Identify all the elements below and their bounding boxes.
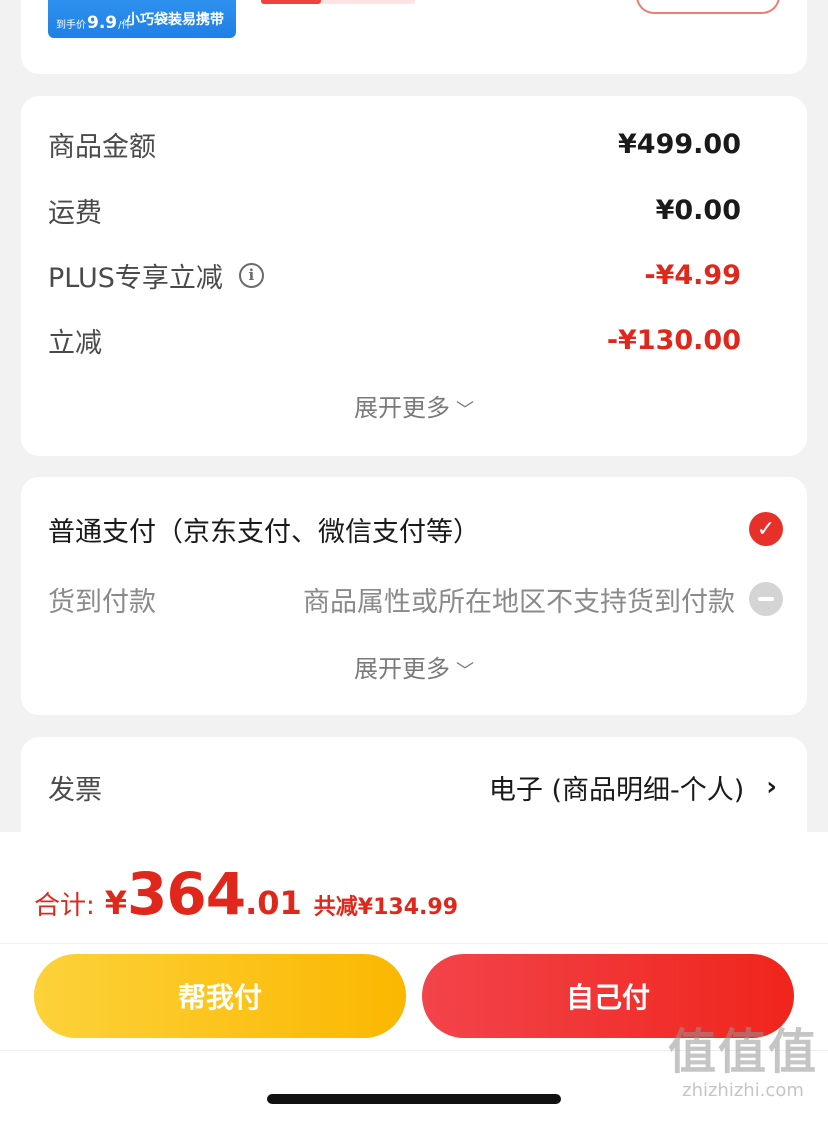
promo-price: 到手价9.9/件 [56, 15, 132, 32]
amount-value: ¥499.00 [618, 128, 741, 160]
amount-row-goods: 商品金额 ¥499.00 [48, 124, 741, 164]
amount-card: 商品金额 ¥499.00 运费 ¥0.00 PLUS专享立减 i -¥4.99 … [21, 96, 807, 456]
payment-option-cod: 货到付款 商品属性或所在地区不支持货到付款 [48, 577, 783, 621]
watermark-url: zhizhizhi.com [682, 1080, 804, 1101]
invoice-label: 发票 [48, 774, 102, 806]
amount-expand-more[interactable]: 展开更多 ﹀ [21, 388, 807, 423]
watermark-logo: 值值值 [668, 1024, 819, 1080]
divider [0, 943, 828, 944]
chevron-down-icon: ﹀ [456, 400, 474, 421]
amount-label: 商品金额 [48, 131, 156, 163]
total-label: 合计: [34, 891, 95, 921]
payment-option-note: 商品属性或所在地区不支持货到付款 [303, 586, 735, 618]
amount-label: 立减 [48, 327, 102, 359]
total-decimal: .01 [245, 884, 302, 922]
payment-option-normal[interactable]: 普通支付（京东支付、微信支付等） ✓ [48, 507, 783, 551]
promo-price-prefix: 到手价 [56, 20, 86, 31]
amount-row-discount: 立减 -¥130.00 [48, 320, 741, 360]
product-card: 到手价9.9/件 小巧袋装易携带 [21, 0, 807, 74]
promo-price-value: 9.9 [87, 13, 118, 33]
amount-row-shipping: 运费 ¥0.00 [48, 190, 741, 230]
total-integer: 364 [127, 860, 246, 928]
invoice-value: 电子 (商品明细-个人) [488, 774, 745, 806]
amount-label-wrap: PLUS专享立减 i [48, 256, 264, 295]
amount-value: -¥4.99 [644, 259, 741, 291]
home-indicator[interactable] [267, 1094, 561, 1104]
amount-value: ¥0.00 [655, 194, 741, 226]
chevron-right-icon: › [766, 772, 777, 802]
checkmark-icon[interactable]: ✓ [749, 512, 783, 546]
chevron-down-icon: ﹀ [456, 661, 474, 682]
total-saved: 共减¥134.99 [313, 895, 459, 920]
expand-more-label: 展开更多 [354, 394, 450, 422]
expand-more-label: 展开更多 [354, 655, 450, 683]
amount-row-plus-discount: PLUS专享立减 i -¥4.99 [48, 255, 741, 295]
payment-option-label: 普通支付（京东支付、微信支付等） [48, 516, 480, 548]
amount-label: 运费 [48, 197, 102, 229]
product-promo-banner[interactable]: 到手价9.9/件 小巧袋装易携带 [48, 0, 236, 38]
product-action-button[interactable] [636, 0, 780, 14]
watermark: 值值值 zhizhizhi.com [668, 1012, 818, 1101]
help-pay-button[interactable]: 帮我付 [34, 954, 406, 1038]
invoice-row[interactable]: 发票 电子 (商品明细-个人) › [48, 765, 777, 809]
payment-option-label: 货到付款 [48, 586, 156, 618]
checkout-bar: 合计: ¥ 364 .01 共减¥134.99 帮我付 自己付 值值值 zhiz… [0, 832, 828, 1122]
order-total: 合计: ¥ 364 .01 共减¥134.99 [34, 860, 458, 930]
product-price-chip [261, 0, 415, 4]
payment-expand-more[interactable]: 展开更多 ﹀ [21, 649, 807, 684]
amount-label: PLUS专享立减 [48, 262, 223, 294]
disabled-radio-icon [749, 582, 783, 616]
amount-value: -¥130.00 [606, 324, 741, 356]
payment-card: 普通支付（京东支付、微信支付等） ✓ 货到付款 商品属性或所在地区不支持货到付款… [21, 477, 807, 715]
total-currency: ¥ [104, 884, 128, 922]
info-icon[interactable]: i [238, 262, 264, 288]
promo-tag: 小巧袋装易携带 [126, 12, 224, 28]
